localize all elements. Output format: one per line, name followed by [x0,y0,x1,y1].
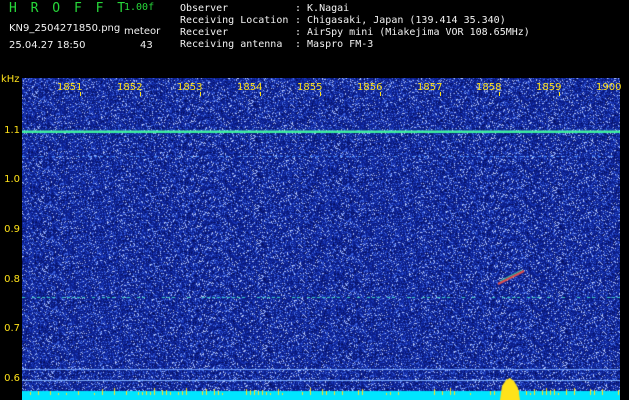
filename-label: KN9_2504271850.png [9,23,121,34]
x-tick-mark-3 [200,92,201,96]
x-tick-mark-5 [320,92,321,96]
station-value-location: : Chigasaki, Japan (139.414 35.340) [295,15,506,26]
y-tick-0-7: 0.7 [4,323,20,334]
station-label-observer: Observer [180,3,229,14]
mode-label: meteor [124,26,161,37]
station-value-antenna: : Maspro FM-3 [295,39,374,50]
station-label-receiver: Receiver [180,27,229,38]
x-tick-1853: 1853 [177,82,203,93]
x-tick-1856: 1856 [357,82,383,93]
x-tick-mark-7 [440,92,441,96]
app-title: H R O F F T [9,1,129,16]
x-tick-1852: 1852 [117,82,143,93]
station-label-antenna: Receiving antenna [180,39,283,50]
x-tick-mark-4 [260,92,261,96]
x-tick-mark-1 [80,92,81,96]
y-tick-1-0: 1.0 [4,174,20,185]
x-tick-mark-8 [499,92,500,96]
x-tick-mark-6 [380,92,381,96]
station-value-observer: : K.Nagai [295,3,350,14]
y-tick-1-1: 1.1 [4,125,20,136]
x-tick-1857: 1857 [417,82,443,93]
x-tick-1851: 1851 [57,82,83,93]
x-tick-1858: 1858 [476,82,502,93]
y-tick-0-9: 0.9 [4,224,20,235]
station-label-location: Receiving Location [180,15,289,26]
version-label: 1.00f [124,2,155,13]
x-tick-1854: 1854 [237,82,263,93]
x-tick-mark-9 [559,92,560,96]
x-tick-mark-2 [140,92,141,96]
y-axis-unit: kHz [1,74,20,85]
spectrogram [22,78,620,400]
x-tick-1900: 1900 [596,82,622,93]
spectrogram-canvas [22,78,620,400]
x-tick-1859: 1859 [536,82,562,93]
y-tick-0-8: 0.8 [4,274,20,285]
x-tick-1855: 1855 [297,82,323,93]
station-value-receiver: : AirSpy mini (Miakejima VOR 108.65MHz) [295,27,530,38]
y-tick-0-6: 0.6 [4,373,20,384]
count-label: 43 [140,40,153,51]
timestamp-label: 25.04.27 18:50 [9,40,86,51]
